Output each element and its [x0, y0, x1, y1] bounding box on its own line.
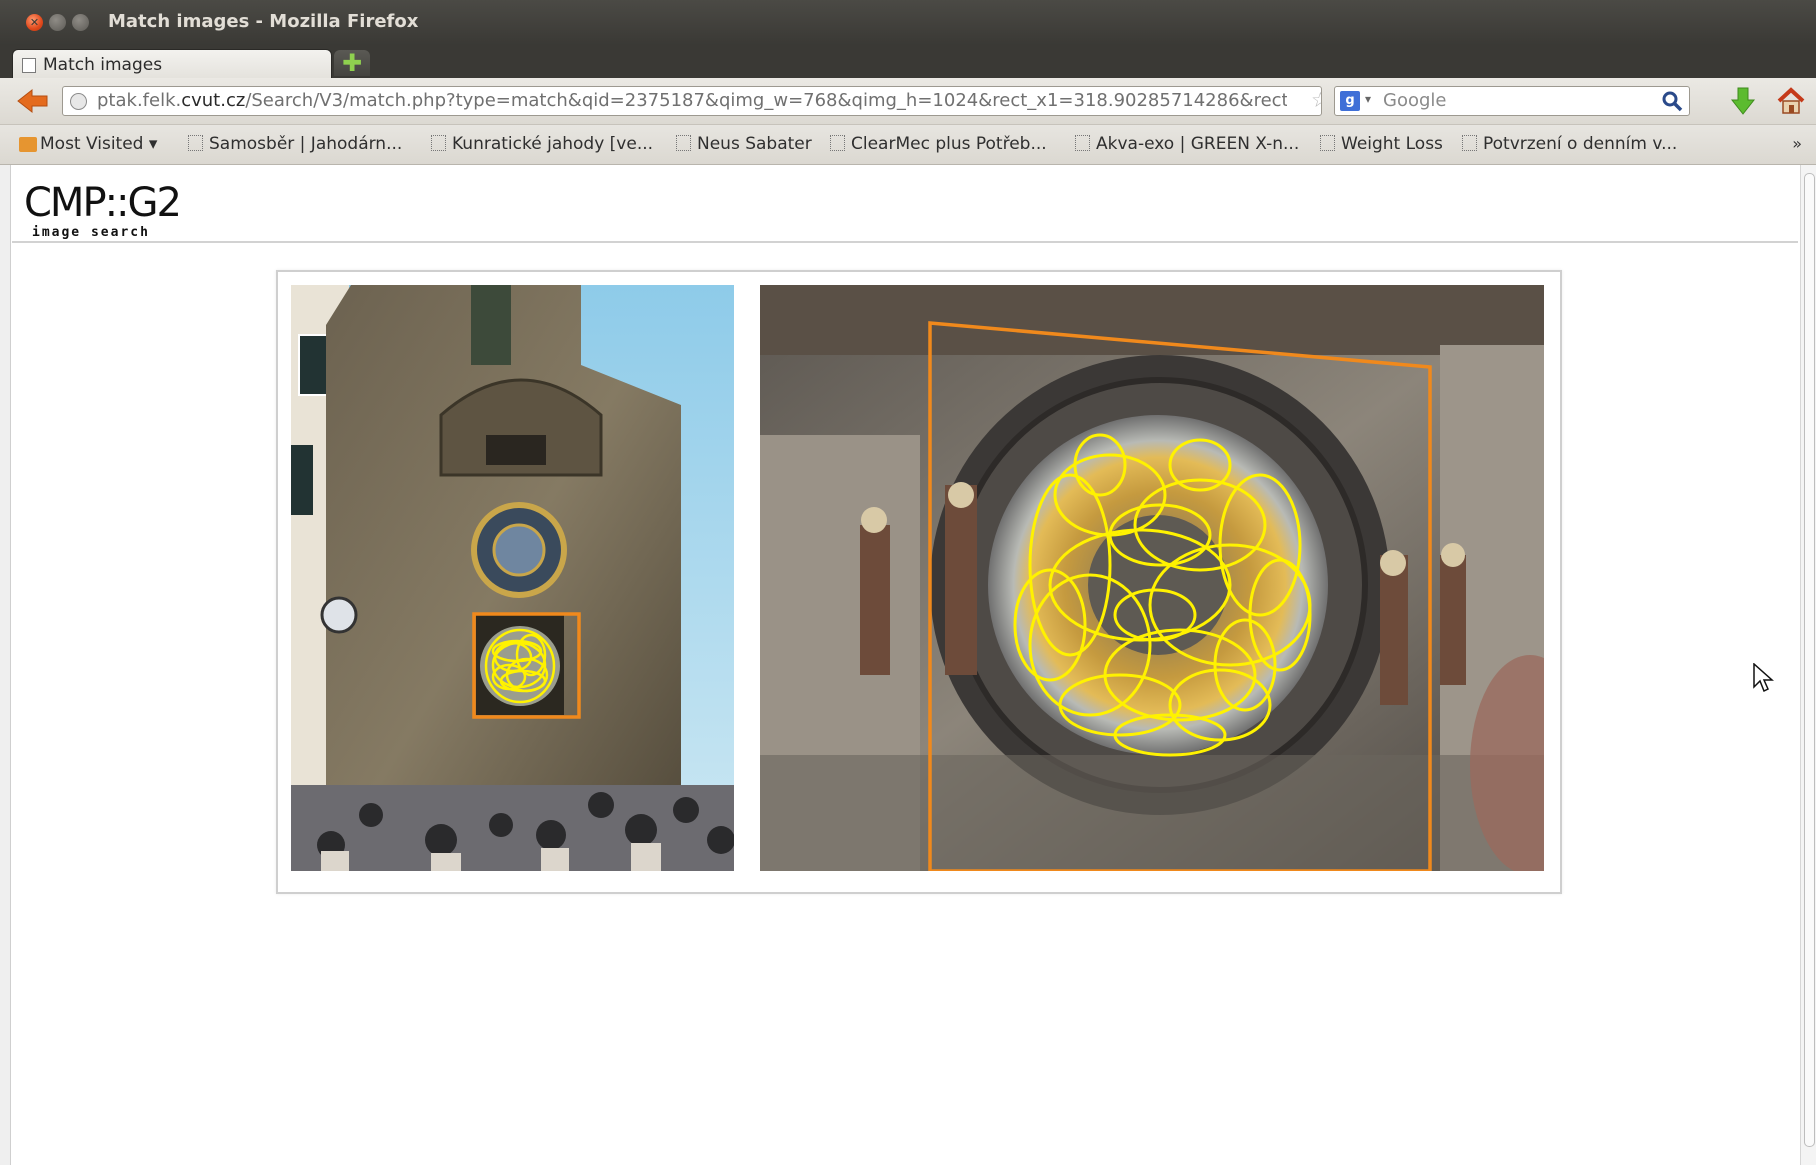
close-icon: ✕	[29, 16, 40, 29]
bookmark-star-icon[interactable]: ☆	[1311, 88, 1321, 112]
bookmark-item[interactable]: Neus Sabater	[676, 134, 812, 154]
back-button[interactable]	[16, 87, 50, 115]
logo-sub-text: image search	[32, 225, 150, 240]
page-icon	[676, 135, 691, 151]
browser-window: ✕ Match images - Mozilla Firefox Match i…	[0, 0, 1816, 1165]
site-logo[interactable]: CMP::G2 image search	[22, 176, 192, 242]
title-bar: ✕ Match images - Mozilla Firefox	[0, 0, 1816, 45]
bookmark-item[interactable]: Kunratické jahody [ve...	[431, 134, 653, 154]
header-divider	[12, 241, 1798, 243]
search-input[interactable]: g ▾ Google	[1334, 86, 1690, 116]
url-text[interactable]: ptak.felk.cvut.cz/Search/V3/match.php?ty…	[97, 90, 1287, 111]
download-button[interactable]	[1730, 86, 1756, 121]
page-favicon-icon	[22, 58, 36, 73]
maximize-window-button[interactable]	[72, 14, 89, 31]
search-placeholder: Google	[1383, 90, 1447, 111]
search-icon[interactable]	[1661, 90, 1683, 112]
mouse-pointer-icon	[1753, 663, 1774, 693]
bookmark-item[interactable]: Samosběr | Jahodárn...	[188, 134, 402, 154]
tab-label: Match images	[43, 55, 163, 75]
minimize-window-button[interactable]	[49, 14, 66, 31]
download-arrow-icon	[1730, 87, 1756, 115]
bookmark-item[interactable]: ClearMec plus Potřeb...	[830, 134, 1047, 154]
tab-strip: Match images ✚	[0, 45, 1816, 79]
query-image[interactable]	[291, 285, 734, 871]
page-icon	[1320, 135, 1335, 151]
home-icon	[1777, 87, 1805, 114]
sidebar-edge	[0, 165, 11, 1165]
tab-match-images[interactable]: Match images	[12, 49, 332, 79]
scrollbar-thumb[interactable]	[1804, 173, 1815, 1147]
bookmark-item[interactable]: Akva-exo | GREEN X-n...	[1075, 134, 1299, 154]
page-icon	[830, 135, 845, 151]
bookmark-most-visited[interactable]: Most Visited ▾	[19, 134, 157, 154]
bookmark-item[interactable]: Potvrzení o denním v...	[1462, 134, 1677, 154]
bookmarks-toolbar: Most Visited ▾ Samosběr | Jahodárn... Ku…	[0, 125, 1816, 165]
page-icon	[1462, 135, 1477, 151]
new-tab-button[interactable]: ✚	[334, 50, 370, 76]
page-icon	[188, 135, 203, 151]
close-window-button[interactable]: ✕	[26, 14, 43, 31]
page-icon	[431, 135, 446, 151]
folder-icon	[19, 137, 37, 152]
database-image[interactable]	[760, 285, 1544, 871]
site-identity-icon[interactable]	[70, 93, 87, 110]
logo-main-text: CMP::G2	[24, 180, 180, 226]
page-icon	[1075, 135, 1090, 151]
window-title: Match images - Mozilla Firefox	[108, 11, 419, 32]
search-engine-dropdown-icon[interactable]: ▾	[1365, 92, 1371, 106]
navigation-toolbar: ptak.felk.cvut.cz/Search/V3/match.php?ty…	[0, 78, 1816, 125]
vertical-scrollbar[interactable]	[1800, 165, 1816, 1165]
google-g-icon[interactable]: g	[1340, 91, 1360, 111]
bookmarks-overflow-button[interactable]: »	[1792, 134, 1802, 153]
back-arrow-icon	[17, 88, 48, 114]
url-bar[interactable]: ptak.felk.cvut.cz/Search/V3/match.php?ty…	[62, 86, 1322, 116]
bookmark-item[interactable]: Weight Loss	[1320, 134, 1443, 154]
home-button[interactable]	[1776, 86, 1806, 116]
